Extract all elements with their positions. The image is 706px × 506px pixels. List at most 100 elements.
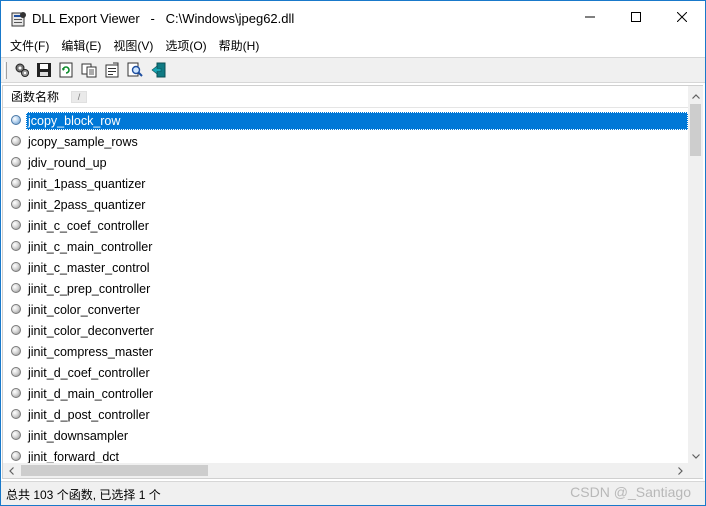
function-bullet-icon <box>11 157 21 167</box>
window-title: DLL Export Viewer - C:\Windows\jpeg62.dl… <box>32 11 295 26</box>
chevron-down-icon <box>691 448 700 462</box>
scroll-down-button[interactable] <box>688 446 703 463</box>
list-item[interactable]: jinit_2pass_quantizer <box>3 194 689 214</box>
function-bullet-icon <box>11 178 21 188</box>
list-item[interactable]: jinit_c_main_controller <box>3 236 689 256</box>
find-icon <box>127 62 143 81</box>
chevron-up-icon <box>691 88 700 102</box>
list-item[interactable]: jinit_color_deconverter <box>3 320 689 340</box>
copy-icon <box>81 62 97 81</box>
list-item[interactable]: jinit_c_coef_controller <box>3 215 689 235</box>
menu-file[interactable]: 文件(F) <box>4 36 55 56</box>
function-name: jinit_1pass_quantizer <box>28 177 146 191</box>
function-name: jinit_compress_master <box>28 345 154 359</box>
status-text: 总共 103 个函数, 已选择 1 个 <box>6 488 161 502</box>
function-bullet-icon <box>11 304 21 314</box>
function-name: jinit_2pass_quantizer <box>28 198 146 212</box>
maximize-button[interactable] <box>613 1 659 35</box>
menu-help[interactable]: 帮助(H) <box>213 36 266 56</box>
function-name: jinit_color_converter <box>28 303 140 317</box>
scrollbar-corner <box>688 463 703 478</box>
function-bullet-icon <box>11 262 21 272</box>
save-icon <box>36 62 52 81</box>
function-bullet-icon <box>11 388 21 398</box>
list-item[interactable]: jdiv_round_up <box>3 152 689 172</box>
function-name: jinit_color_deconverter <box>28 324 154 338</box>
function-name: jinit_c_master_control <box>28 261 150 275</box>
maximize-icon <box>631 11 641 25</box>
function-name: jinit_d_coef_controller <box>28 366 150 380</box>
function-name: jinit_c_prep_controller <box>28 282 151 296</box>
refresh-button[interactable] <box>56 61 76 81</box>
column-header-function-name[interactable]: 函数名称 <box>3 86 59 108</box>
function-bullet-icon <box>11 346 21 356</box>
vertical-scroll-thumb[interactable] <box>690 104 701 156</box>
toolbar <box>1 57 705 83</box>
save-button[interactable] <box>34 61 54 81</box>
horizontal-scrollbar[interactable] <box>3 463 689 478</box>
vertical-scrollbar[interactable] <box>688 86 703 463</box>
function-bullet-icon <box>11 451 21 461</box>
properties-gear-icon <box>14 62 30 81</box>
watermark: CSDN @_Santiago <box>570 484 691 500</box>
function-list-view[interactable]: 函数名称 / jcopy_block_row jcopy_sample_rows j… <box>2 85 703 479</box>
list-item[interactable]: jinit_d_main_controller <box>3 383 689 403</box>
list-item[interactable]: jinit_downsampler <box>3 425 689 445</box>
close-icon <box>676 11 688 25</box>
function-bullet-icon <box>11 136 21 146</box>
list-item[interactable]: jinit_color_converter <box>3 299 689 319</box>
toolbar-grip[interactable] <box>4 62 7 79</box>
copy-button[interactable] <box>79 61 99 81</box>
menu-bar: 文件(F) 编辑(E) 视图(V) 选项(O) 帮助(H) <box>1 35 705 57</box>
close-button[interactable] <box>659 1 705 35</box>
scroll-left-button[interactable] <box>3 463 20 478</box>
scroll-up-button[interactable] <box>688 86 703 103</box>
sort-indicator-icon: / <box>71 91 87 103</box>
list-item[interactable]: jinit_forward_dct <box>3 446 689 464</box>
exit-button[interactable] <box>149 61 169 81</box>
function-name: jcopy_sample_rows <box>28 135 138 149</box>
function-name: jdiv_round_up <box>28 156 107 170</box>
exit-icon <box>151 62 167 81</box>
list-item[interactable]: jinit_c_master_control <box>3 257 689 277</box>
minimize-icon <box>585 11 595 25</box>
list-item[interactable]: jinit_d_coef_controller <box>3 362 689 382</box>
title-bar[interactable]: DLL Export Viewer - C:\Windows\jpeg62.dl… <box>1 1 705 35</box>
html-report-icon <box>104 62 120 81</box>
function-bullet-icon <box>11 409 21 419</box>
list-item[interactable]: jinit_compress_master <box>3 341 689 361</box>
list-rows: jcopy_block_row jcopy_sample_rows jdiv_rou… <box>3 110 689 464</box>
function-name: jinit_d_post_controller <box>28 408 150 422</box>
function-bullet-icon <box>11 220 21 230</box>
function-bullet-icon <box>11 199 21 209</box>
app-window: DLL Export Viewer - C:\Windows\jpeg62.dl… <box>0 0 706 506</box>
scroll-right-button[interactable] <box>672 463 689 478</box>
list-item[interactable]: jinit_d_post_controller <box>3 404 689 424</box>
properties-button[interactable] <box>12 61 32 81</box>
menu-view[interactable]: 视图(V) <box>107 36 159 56</box>
list-header: 函数名称 / <box>3 86 689 108</box>
list-item[interactable]: jcopy_block_row <box>3 110 689 130</box>
horizontal-scroll-thumb[interactable] <box>21 465 208 476</box>
function-name: jinit_c_main_controller <box>28 240 153 254</box>
function-name: jinit_forward_dct <box>28 450 120 464</box>
function-bullet-icon <box>11 430 21 440</box>
function-bullet-icon <box>11 283 21 293</box>
minimize-button[interactable] <box>567 1 613 35</box>
function-name: jinit_downsampler <box>28 429 129 443</box>
status-bar: 总共 103 个函数, 已选择 1 个 CSDN @_Santiago <box>1 481 705 505</box>
function-name: jinit_d_main_controller <box>28 387 154 401</box>
function-bullet-icon <box>11 367 21 377</box>
list-item[interactable]: jinit_1pass_quantizer <box>3 173 689 193</box>
menu-edit[interactable]: 编辑(E) <box>55 36 107 56</box>
chevron-right-icon <box>678 464 683 478</box>
menu-options[interactable]: 选项(O) <box>159 36 212 56</box>
function-bullet-icon <box>11 325 21 335</box>
find-button[interactable] <box>125 61 145 81</box>
html-report-button[interactable] <box>102 61 122 81</box>
function-name: jinit_c_coef_controller <box>28 219 149 233</box>
function-bullet-icon <box>11 115 21 125</box>
list-item[interactable]: jcopy_sample_rows <box>3 131 689 151</box>
list-item[interactable]: jinit_c_prep_controller <box>3 278 689 298</box>
refresh-icon <box>58 62 74 81</box>
